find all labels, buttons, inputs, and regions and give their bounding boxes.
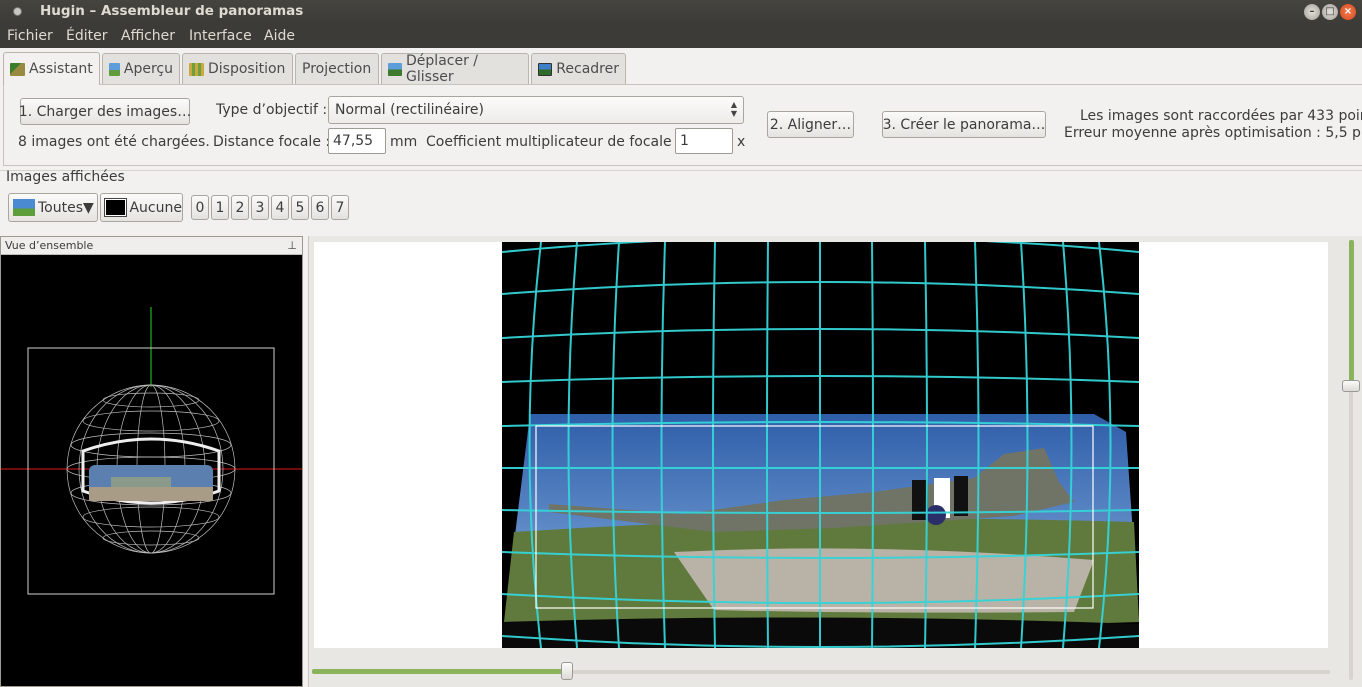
minimize-button[interactable]: – — [1304, 4, 1320, 20]
menu-view[interactable]: Afficher — [121, 28, 175, 44]
image-toggle-7[interactable]: 7 — [331, 195, 349, 220]
vslider-handle[interactable] — [1342, 380, 1360, 392]
tab-layout-label: Disposition — [208, 61, 286, 77]
layout-icon — [189, 62, 204, 76]
overview-sphere-view[interactable] — [1, 255, 302, 686]
tab-move-drag[interactable]: Déplacer / Glisser — [381, 53, 529, 85]
show-none-button[interactable]: Aucune — [100, 193, 183, 222]
assistant-icon — [10, 62, 25, 76]
focal-length-unit: mm — [390, 134, 418, 150]
menu-file[interactable]: Fichier — [7, 28, 53, 44]
landscape-icon — [13, 199, 35, 216]
show-none-label: Aucune — [129, 199, 182, 216]
focal-length-input[interactable]: 47,55 — [328, 128, 386, 154]
lens-type-label: Type d’objectif : — [216, 102, 328, 118]
menubar: Fichier Éditer Afficher Interface Aide — [0, 24, 1362, 48]
status-text-error: Erreur moyenne après optimisation : 5,5 … — [1064, 125, 1362, 141]
overview-panel: Vue d’ensemble ⊥ — [0, 236, 303, 687]
tab-crop[interactable]: Recadrer — [531, 53, 626, 84]
images-loaded-text: 8 images ont été chargées. — [18, 134, 210, 150]
lens-type-value: Normal (rectilinéaire) — [335, 102, 484, 118]
tab-layout[interactable]: Disposition — [182, 53, 293, 84]
window-title: Hugin – Assembleur de panoramas — [40, 3, 304, 19]
tab-bar: Assistant Aperçu Disposition Projection … — [0, 52, 1362, 85]
vslider-fill — [1349, 240, 1354, 386]
preview-icon — [109, 62, 120, 76]
focal-length-label: Distance focale : — [213, 134, 331, 150]
select-arrows-icon: ▲ ▼ — [730, 100, 737, 118]
menu-edit[interactable]: Éditer — [66, 28, 107, 44]
overview-header: Vue d’ensemble ⊥ — [1, 237, 302, 255]
image-toggle-3[interactable]: 3 — [251, 195, 269, 220]
menu-help[interactable]: Aide — [264, 28, 295, 44]
app-icon — [13, 7, 22, 16]
window-titlebar: Hugin – Assembleur de panoramas – □ × — [0, 0, 1362, 24]
black-grid-icon — [103, 198, 128, 217]
displayed-images-label: Images affichées — [6, 169, 125, 185]
overview-title: Vue d’ensemble — [5, 239, 94, 252]
menu-interface[interactable]: Interface — [189, 28, 252, 44]
show-all-label: Toutes▼ — [38, 199, 94, 216]
panorama-preview — [501, 242, 1140, 648]
image-toggle-2[interactable]: 2 — [231, 195, 249, 220]
separator — [0, 170, 1362, 171]
crop-factor-input[interactable]: 1 — [675, 128, 733, 154]
lens-type-select[interactable]: Normal (rectilinéaire) ▲ ▼ — [328, 96, 744, 124]
image-toggle-0[interactable]: 0 — [191, 195, 209, 220]
slider-handle[interactable] — [561, 662, 573, 680]
horizontal-slider[interactable] — [312, 662, 1330, 680]
move-drag-icon — [388, 62, 403, 76]
maximize-button[interactable]: □ — [1322, 4, 1338, 20]
tab-preview[interactable]: Aperçu — [102, 53, 180, 84]
show-all-button[interactable]: Toutes▼ — [8, 193, 98, 222]
close-button[interactable]: × — [1340, 4, 1356, 20]
panorama-canvas[interactable] — [314, 242, 1328, 648]
tab-preview-label: Aperçu — [123, 61, 173, 77]
pin-icon[interactable]: ⊥ — [287, 237, 297, 254]
tab-crop-label: Recadrer — [556, 61, 619, 77]
image-toggle-6[interactable]: 6 — [311, 195, 329, 220]
status-text-points: Les images sont raccordées par 433 point — [1080, 108, 1362, 124]
crop-icon — [538, 62, 553, 76]
load-images-button[interactable]: 1. Charger des images… — [19, 98, 191, 125]
crop-factor-unit: x — [737, 134, 746, 150]
create-panorama-button[interactable]: 3. Créer le panorama… — [882, 111, 1046, 138]
crop-factor-label: Coefficient multiplicateur de focale : — [426, 134, 681, 150]
tab-assistant[interactable]: Assistant — [3, 52, 100, 85]
image-toggle-1[interactable]: 1 — [211, 195, 229, 220]
slider-fill — [312, 669, 567, 674]
tab-projection[interactable]: Projection — [295, 53, 379, 84]
tab-projection-label: Projection — [302, 61, 372, 77]
tab-move-drag-label: Déplacer / Glisser — [406, 53, 479, 85]
image-toggle-4[interactable]: 4 — [271, 195, 289, 220]
tab-assistant-label: Assistant — [29, 61, 93, 77]
align-button[interactable]: 2. Aligner… — [767, 111, 854, 138]
image-toggle-5[interactable]: 5 — [291, 195, 309, 220]
vertical-slider[interactable] — [1342, 240, 1360, 680]
